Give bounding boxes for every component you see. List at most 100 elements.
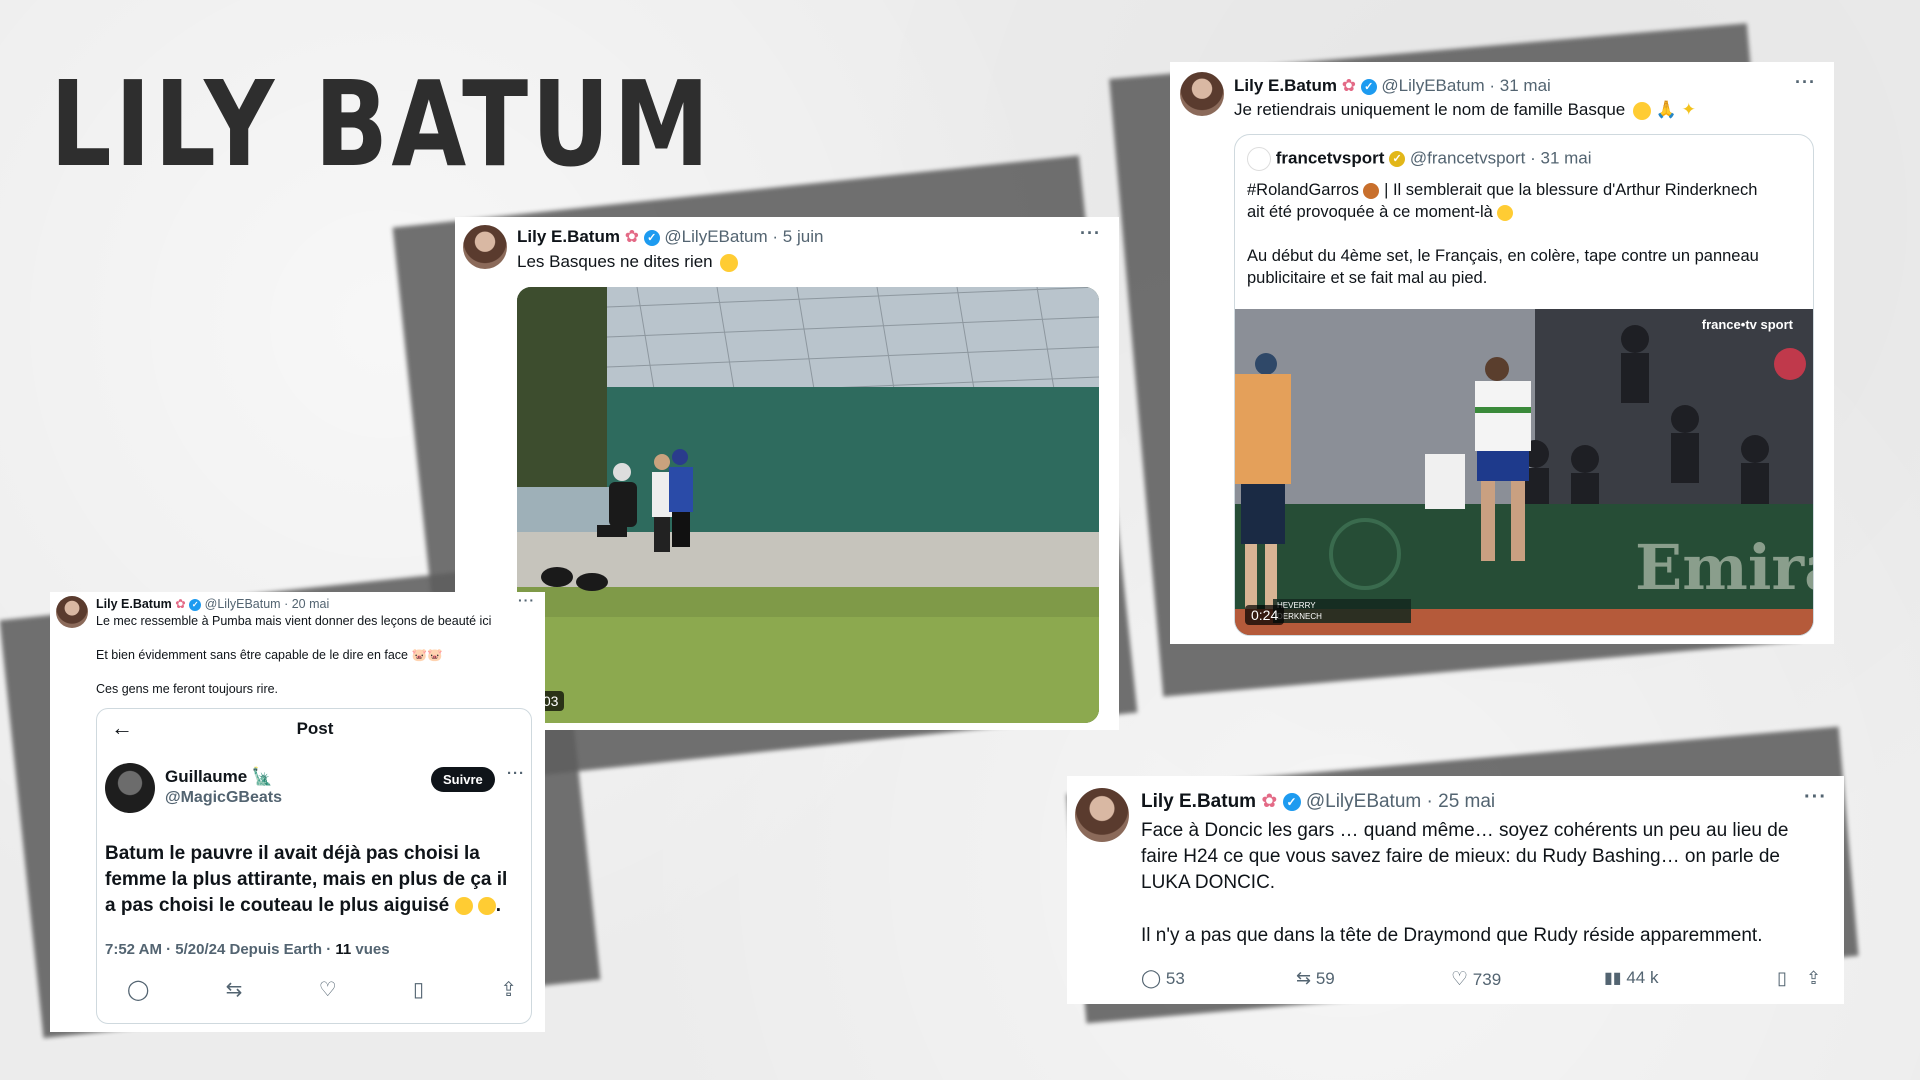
avatar[interactable] xyxy=(1075,788,1129,842)
brain-emoji-icon: ✿ xyxy=(624,227,639,246)
embed-display-name[interactable]: Guillaume xyxy=(165,767,247,786)
like-icon[interactable]: ♡ xyxy=(319,977,337,1002)
quote-text-line: ait été provoquée à ce moment-là xyxy=(1247,203,1493,221)
embedded-post-screenshot[interactable]: ← Post Guillaume 🗽 @MagicGBeats Suivre ·… xyxy=(96,708,532,1024)
brain-emoji-icon: ✿ xyxy=(1341,76,1356,95)
avatar[interactable] xyxy=(56,596,88,628)
tweet-text-line: Ces gens me feront toujours rire. xyxy=(96,682,279,696)
quote-display-name[interactable]: francetvsport xyxy=(1276,148,1385,167)
handle[interactable]: @LilyEBatum xyxy=(1306,791,1421,812)
share-icon[interactable]: ⇪ xyxy=(1806,968,1821,989)
verified-badge-icon: ✓ xyxy=(1360,78,1377,95)
display-name[interactable]: Lily E.Batum xyxy=(96,597,172,611)
embed-views-count: 11 xyxy=(335,941,352,958)
tweet-text-line: faire H24 ce que vous savez faire de mie… xyxy=(1141,846,1780,867)
retweet-icon[interactable]: ⇆ xyxy=(226,977,243,1002)
wink-emoji-icon xyxy=(720,253,739,272)
post-header-title: Post xyxy=(296,719,334,738)
scoreboard-overlay: HEVERRY DERKNECH xyxy=(1273,599,1411,623)
tweet-card-center[interactable]: Lily E.Batum ✿ ✓ @LilyEBatum · 5 juin ··… xyxy=(455,217,1119,730)
bookmark-icon[interactable]: ▯ xyxy=(1777,968,1787,989)
heart-eyes-emoji-icon xyxy=(1632,101,1651,120)
quote-handle[interactable]: @francetvsport xyxy=(1410,148,1526,167)
grimace-emoji-icon xyxy=(477,896,496,915)
tweet-date[interactable]: · 25 mai xyxy=(1427,791,1496,812)
tweet-date[interactable]: · 20 mai xyxy=(284,597,329,611)
views-count: 44 k xyxy=(1626,968,1659,987)
reply-count: 53 xyxy=(1165,969,1185,988)
video-player[interactable]: Emirat france•tv sport HEVERRY DERKNECH … xyxy=(1235,309,1814,635)
display-name[interactable]: Lily E.Batum xyxy=(517,227,620,246)
embed-text-line: Batum le pauvre il avait déjà pas choisi… xyxy=(105,843,480,864)
quote-text-line: Au début du 4ème set, le Français, en co… xyxy=(1247,247,1759,265)
tweet-date[interactable]: · 5 juin xyxy=(772,227,823,246)
like-icon: ♡ xyxy=(1451,969,1469,990)
pig-emoji-icon: 🐷🐷 xyxy=(411,648,443,662)
tweet-card-bottom[interactable]: Lily E.Batum ✿ ✓ @LilyEBatum · 25 mai ··… xyxy=(1067,776,1844,1004)
quote-date[interactable]: · 31 mai xyxy=(1530,148,1591,167)
score-player2: DERKNECH xyxy=(1277,612,1322,621)
video-timestamp: 0:24 xyxy=(1245,605,1285,625)
brain-emoji-icon: ✿ xyxy=(1261,791,1278,812)
retweet-count: 59 xyxy=(1315,969,1335,988)
tweet-text-line: Face à Doncic les gars … quand même… soy… xyxy=(1141,820,1789,841)
hashtag-link[interactable]: #RolandGarros xyxy=(1247,181,1359,199)
display-name[interactable]: Lily E.Batum xyxy=(1234,76,1337,95)
share-icon[interactable]: ⇪ xyxy=(500,977,517,1002)
verified-badge-icon: ✓ xyxy=(189,598,202,611)
tweet-date[interactable]: · 31 mai xyxy=(1489,76,1550,95)
verified-badge-icon: ✓ xyxy=(643,229,660,246)
more-options-icon[interactable]: ··· xyxy=(1804,786,1827,809)
embed-text-line: a pas choisi le couteau le plus aiguisé xyxy=(105,895,450,916)
like-button[interactable]: ♡ 739 xyxy=(1451,968,1501,991)
verified-gold-badge-icon: ✓ xyxy=(1389,151,1406,167)
reply-icon: ◯ xyxy=(1141,968,1162,988)
verified-badge-icon: ✓ xyxy=(1282,792,1301,811)
embed-meta: 7:52 AM · 5/20/24 Depuis Earth · xyxy=(105,941,332,958)
tennis-match-video-frame: Emirat xyxy=(1235,309,1814,635)
quote-text-line: | Il semblerait que la blessure d'Arthur… xyxy=(1384,181,1758,199)
reply-icon[interactable]: ◯ xyxy=(127,977,149,1002)
sponsor-banner-text: Emirat xyxy=(1635,531,1814,604)
tweet-card-left[interactable]: Lily E.Batum ✿ ✓ @LilyEBatum · 20 mai ··… xyxy=(50,592,545,1032)
reply-button[interactable]: ◯ 53 xyxy=(1141,968,1185,989)
broadcaster-logo: france•tv sport xyxy=(1701,317,1793,332)
quoted-tweet[interactable]: francetvsport ✓ @francetvsport · 31 mai … xyxy=(1234,134,1814,636)
handle[interactable]: @LilyEBatum xyxy=(205,597,281,611)
tweet-text: Je retiendrais uniquement le nom de fami… xyxy=(1234,100,1626,119)
more-options-icon[interactable]: ··· xyxy=(1080,223,1101,244)
views-button[interactable]: ▮▮ 44 k xyxy=(1604,968,1658,988)
embed-views-label: vues xyxy=(355,941,390,958)
shocked-emoji-icon xyxy=(1497,204,1514,221)
tennis-ball-emoji-icon xyxy=(1363,182,1380,199)
embed-handle[interactable]: @MagicGBeats xyxy=(165,789,282,807)
handle[interactable]: @LilyEBatum xyxy=(664,227,767,246)
guillaume-avatar[interactable] xyxy=(105,763,155,813)
brain-emoji-icon: ✿ xyxy=(175,597,186,611)
follow-button[interactable]: Suivre xyxy=(431,767,495,792)
praying-hands-emoji-icon: 🙏 xyxy=(1655,100,1677,119)
retweet-icon: ⇆ xyxy=(1296,968,1312,988)
tweet-text: Les Basques ne dites rien xyxy=(517,252,713,271)
more-options-icon[interactable]: ··· xyxy=(518,592,535,608)
analytics-icon: ▮▮ xyxy=(1604,970,1622,987)
display-name[interactable]: Lily E.Batum xyxy=(1141,791,1256,812)
tweet-text-line: Et bien évidemment sans être capable de … xyxy=(96,648,408,662)
quote-text-line: publicitaire et se fait mal au pied. xyxy=(1247,269,1488,287)
retweet-button[interactable]: ⇆ 59 xyxy=(1296,968,1335,989)
tweet-card-right[interactable]: Lily E.Batum ✿ ✓ @LilyEBatum · 31 mai ··… xyxy=(1170,62,1834,644)
page-title: LILY BATUM xyxy=(50,55,713,193)
sparkles-emoji-icon: ✦ xyxy=(1681,100,1696,119)
avatar[interactable] xyxy=(1180,72,1224,116)
laughing-emoji-icon xyxy=(454,896,473,915)
tweet-text-line: Le mec ressemble à Pumba mais vient donn… xyxy=(96,614,492,628)
bookmark-icon[interactable]: ▯ xyxy=(413,977,424,1002)
francetvsport-avatar-icon xyxy=(1247,147,1271,171)
more-options-icon[interactable]: ··· xyxy=(1795,72,1816,93)
tweet-text-line: Il n'y a pas que dans la tête de Draymon… xyxy=(1141,925,1763,946)
more-options-icon[interactable]: ··· xyxy=(507,765,525,782)
statue-of-liberty-emoji-icon: 🗽 xyxy=(251,767,274,786)
handle[interactable]: @LilyEBatum xyxy=(1381,76,1484,95)
avatar[interactable] xyxy=(463,225,507,269)
video-player[interactable]: :03 xyxy=(517,287,1099,723)
